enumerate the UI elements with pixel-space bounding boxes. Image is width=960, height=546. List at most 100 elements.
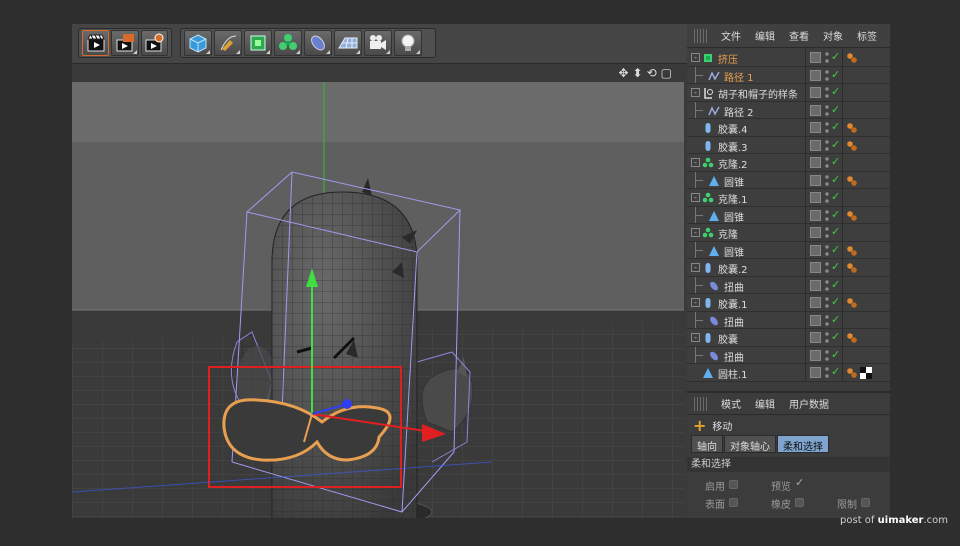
visibility-dots-icon[interactable] — [825, 191, 829, 204]
object-name-area[interactable]: 扭曲 — [687, 346, 804, 364]
visibility-dots-icon[interactable] — [825, 296, 829, 309]
object-name[interactable]: 扭曲 — [724, 349, 744, 364]
layer-box-icon[interactable] — [810, 157, 821, 168]
visibility-dots-icon[interactable] — [825, 208, 829, 222]
object-name[interactable]: 扭曲 — [724, 279, 744, 294]
object-name-area[interactable]: 扭曲 — [687, 311, 804, 329]
enabled-check-icon[interactable]: ✓ — [831, 295, 840, 308]
object-name[interactable]: 挤压 — [718, 51, 738, 66]
expand-toggle-icon[interactable]: - — [691, 53, 700, 62]
layer-box-icon[interactable] — [810, 139, 821, 151]
tab-soft-selection[interactable]: 柔和选择 — [777, 435, 829, 453]
checker-tag-icon[interactable] — [860, 367, 872, 382]
expand-toggle-icon[interactable]: - — [691, 228, 700, 237]
object-name[interactable]: 扭曲 — [724, 314, 744, 329]
menu-objects[interactable]: 对象 — [816, 28, 850, 43]
layer-box-icon[interactable] — [810, 52, 821, 63]
tab-axis[interactable]: 轴向 — [691, 435, 723, 453]
grip-icon[interactable] — [694, 396, 708, 411]
enabled-check-icon[interactable]: ✓ — [831, 208, 840, 221]
object-name-area[interactable]: - 克隆 — [687, 224, 804, 241]
menu-view[interactable]: 查看 — [782, 28, 816, 43]
visibility-dots-icon[interactable] — [825, 138, 829, 152]
visibility-dots-icon[interactable] — [825, 313, 829, 327]
menu-tags[interactable]: 标签 — [850, 28, 884, 43]
menu-mode[interactable]: 模式 — [714, 396, 748, 411]
enabled-check-icon[interactable]: ✓ — [831, 243, 840, 256]
visibility-dots-icon[interactable] — [825, 103, 829, 117]
object-name-area[interactable]: 路径 2 — [687, 101, 804, 119]
object-name-area[interactable]: 圆锥 — [687, 241, 804, 259]
material-tag-icon[interactable] — [846, 122, 858, 137]
light-icon[interactable] — [394, 30, 422, 56]
object-name-area[interactable]: - 胶囊.1 — [687, 294, 804, 311]
rotate-view-icon[interactable]: ⟲ — [647, 66, 657, 80]
visibility-dots-icon[interactable] — [825, 68, 829, 82]
enabled-check-icon[interactable]: ✓ — [831, 138, 840, 151]
restrict-checkbox[interactable] — [861, 498, 870, 507]
object-row[interactable]: 圆锥 ✓ — [687, 171, 890, 190]
layer-box-icon[interactable] — [810, 367, 821, 378]
preview-check-icon[interactable]: ✓ — [795, 476, 804, 489]
material-tag-icon[interactable] — [846, 367, 858, 382]
object-name[interactable]: 路径 1 — [724, 69, 754, 84]
enabled-check-icon[interactable]: ✓ — [831, 278, 840, 291]
object-row[interactable]: - 胶囊.2 ✓ — [687, 259, 890, 277]
object-row[interactable]: 扭曲 ✓ — [687, 276, 890, 294]
enabled-check-icon[interactable]: ✓ — [831, 173, 840, 186]
layer-box-icon[interactable] — [810, 332, 821, 343]
object-row[interactable]: 扭曲 ✓ — [687, 311, 890, 329]
enabled-check-icon[interactable]: ✓ — [831, 85, 840, 98]
object-name-area[interactable]: - 克隆.1 — [687, 189, 804, 206]
layer-box-icon[interactable] — [810, 104, 821, 116]
object-row[interactable]: 扭曲 ✓ — [687, 346, 890, 364]
object-row[interactable]: - 胶囊.1 ✓ — [687, 294, 890, 312]
object-name[interactable]: 圆锥 — [724, 209, 744, 224]
layer-box-icon[interactable] — [810, 174, 821, 186]
layer-box-icon[interactable] — [810, 209, 821, 221]
visibility-dots-icon[interactable] — [825, 331, 829, 344]
expand-toggle-icon[interactable]: - — [691, 263, 700, 272]
object-name[interactable]: 路径 2 — [724, 104, 754, 119]
tab-object-axis[interactable]: 对象轴心 — [724, 435, 776, 453]
enabled-check-icon[interactable]: ✓ — [831, 190, 840, 203]
enabled-check-icon[interactable]: ✓ — [831, 313, 840, 326]
menu-bookmarks[interactable]: 书签 — [884, 28, 890, 43]
object-row[interactable]: 胶囊.3 ✓ — [687, 136, 890, 154]
enabled-check-icon[interactable]: ✓ — [831, 103, 840, 116]
layer-box-icon[interactable] — [810, 279, 821, 291]
object-name[interactable]: 胡子和帽子的样条 — [718, 86, 798, 101]
layer-box-icon[interactable] — [810, 87, 821, 98]
object-name[interactable]: 胶囊.4 — [718, 121, 748, 136]
object-name[interactable]: 克隆.2 — [718, 156, 748, 171]
material-tag-icon[interactable] — [846, 245, 858, 260]
layer-box-icon[interactable] — [810, 314, 821, 326]
render-picture-viewer-icon[interactable] — [111, 30, 139, 56]
object-name[interactable]: 胶囊.3 — [718, 139, 748, 154]
object-row[interactable]: 圆锥 ✓ — [687, 241, 890, 260]
object-row[interactable]: 圆柱.1 ✓ — [687, 364, 890, 382]
pen-icon[interactable] — [214, 30, 242, 56]
layer-box-icon[interactable] — [810, 297, 821, 308]
floor-icon[interactable] — [334, 30, 362, 56]
enabled-check-icon[interactable]: ✓ — [831, 68, 840, 81]
move-view-icon[interactable]: ✥ — [618, 66, 628, 80]
material-tag-icon[interactable] — [846, 262, 858, 277]
enabled-check-icon[interactable]: ✓ — [831, 348, 840, 361]
material-tag-icon[interactable] — [846, 297, 858, 312]
menu-file[interactable]: 文件 — [714, 28, 748, 43]
visibility-dots-icon[interactable] — [825, 278, 829, 292]
material-tag-icon[interactable] — [846, 175, 858, 190]
enabled-check-icon[interactable]: ✓ — [831, 155, 840, 168]
material-tag-icon[interactable] — [846, 52, 858, 67]
object-name-area[interactable]: 路径 1 — [687, 66, 804, 84]
enabled-check-icon[interactable]: ✓ — [831, 225, 840, 238]
object-name[interactable]: 克隆.1 — [718, 191, 748, 206]
object-name[interactable]: 胶囊 — [718, 331, 738, 346]
visibility-dots-icon[interactable] — [825, 121, 829, 134]
enabled-check-icon[interactable]: ✓ — [831, 365, 840, 378]
expand-toggle-icon[interactable]: - — [691, 298, 700, 307]
subdivision-surface-icon[interactable] — [244, 30, 272, 56]
object-name[interactable]: 胶囊.2 — [718, 261, 748, 276]
render-view-icon[interactable] — [82, 30, 110, 56]
